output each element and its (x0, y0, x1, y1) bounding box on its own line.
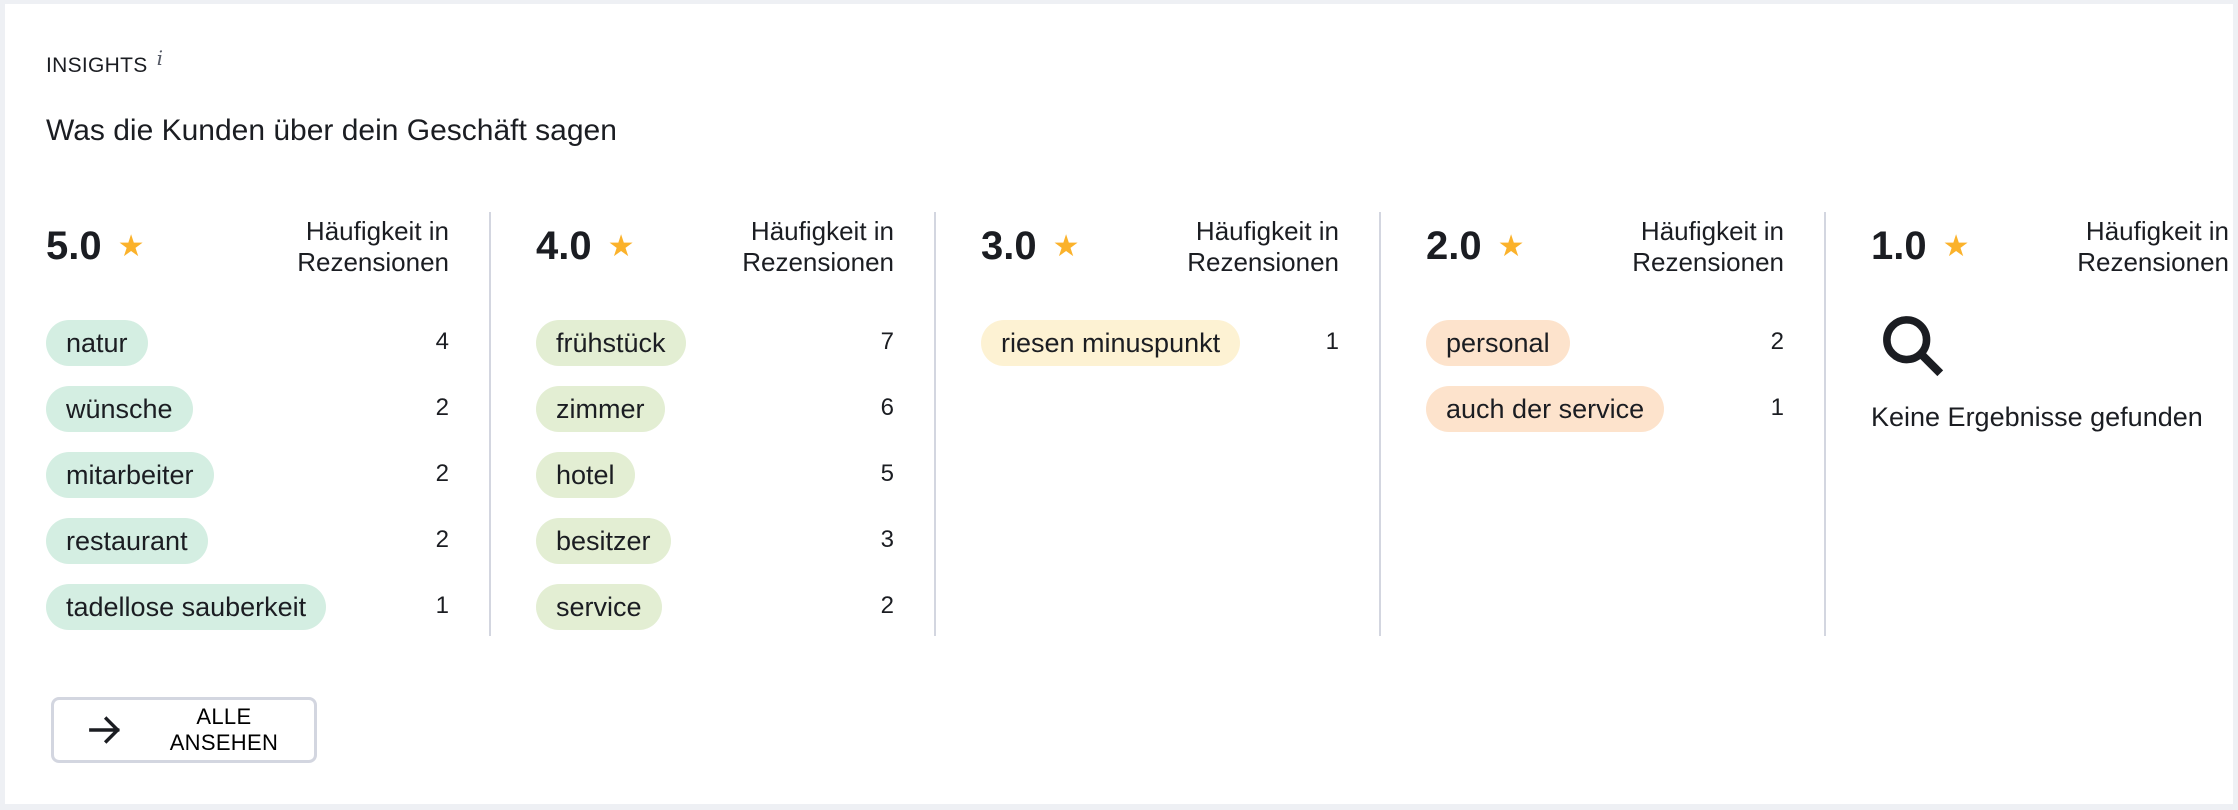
keyword-count: 4 (435, 328, 449, 355)
rating-number: 4.0 (536, 224, 592, 268)
section-eyebrow: INSIGHTS i (46, 46, 163, 78)
view-all-button[interactable]: ALLE ANSEHEN (51, 697, 317, 763)
keyword-count: 2 (1770, 328, 1784, 355)
keyword-count: 2 (880, 592, 894, 619)
rating-column-1-0: 1.0 ★ Häufigkeit in Rezensionen Keine Ergebn… (1826, 212, 2238, 636)
keyword-count: 2 (435, 460, 449, 487)
keyword-row[interactable]: mitarbeiter 2 (46, 452, 449, 518)
star-icon: ★ (1942, 230, 1970, 263)
keyword-list: frühstück 7 zimmer 6 hotel 5 besitzer 3 service 2 (536, 320, 894, 650)
frequency-label-line2: Rezensionen (1632, 247, 1784, 277)
keyword-pill[interactable]: auch der service (1426, 386, 1665, 432)
keyword-pill[interactable]: personal (1426, 320, 1570, 366)
rating-column-5-0: 5.0 ★ Häufigkeit in Rezensionen natur 4 wünsch… (46, 212, 491, 636)
keyword-pill[interactable]: hotel (536, 452, 635, 498)
rating-value: 4.0 ★ (536, 224, 635, 269)
frequency-label-line1: Häufigkeit in (1195, 216, 1339, 246)
rating-column-4-0: 4.0 ★ Häufigkeit in Rezensionen frühstück 7 zi… (491, 212, 936, 636)
frequency-label-line1: Häufigkeit in (305, 216, 449, 246)
rating-number: 3.0 (981, 224, 1037, 268)
frequency-label-line1: Häufigkeit in (2085, 216, 2229, 246)
keyword-pill[interactable]: riesen minuspunkt (981, 320, 1241, 366)
rating-column-2-0: 2.0 ★ Häufigkeit in Rezensionen personal 2 auc… (1381, 212, 1826, 636)
keyword-pill[interactable]: mitarbeiter (46, 452, 214, 498)
frequency-label-line1: Häufigkeit in (1640, 216, 1784, 246)
keyword-pill[interactable]: frühstück (536, 320, 686, 366)
rating-value: 2.0 ★ (1426, 224, 1525, 269)
frequency-label-line2: Rezensionen (1187, 247, 1339, 277)
keyword-pill[interactable]: service (536, 584, 662, 630)
eyebrow-label: INSIGHTS (46, 54, 148, 77)
rating-number: 1.0 (1871, 224, 1927, 268)
keyword-pill[interactable]: besitzer (536, 518, 671, 564)
keyword-count: 3 (880, 526, 894, 553)
column-header: 2.0 ★ Häufigkeit in Rezensionen (1426, 212, 1784, 282)
star-icon: ★ (1497, 230, 1525, 263)
keyword-count: 7 (880, 328, 894, 355)
frequency-label-line2: Rezensionen (742, 247, 894, 277)
section-subtitle: Was die Kunden über dein Geschäft sagen (46, 114, 617, 147)
frequency-label: Häufigkeit in Rezensionen (1632, 216, 1784, 278)
rating-value: 3.0 ★ (981, 224, 1080, 269)
rating-value: 5.0 ★ (46, 224, 145, 269)
star-icon: ★ (1052, 230, 1080, 263)
keyword-row[interactable]: restaurant 2 (46, 518, 449, 584)
search-icon (1883, 316, 1944, 377)
column-content: 5.0 ★ Häufigkeit in Rezensionen natur 4 wünsch… (46, 212, 449, 630)
rating-columns: 5.0 ★ Häufigkeit in Rezensionen natur 4 wünsch… (46, 212, 2238, 636)
keyword-count: 1 (1770, 394, 1784, 421)
keyword-list: personal 2 auch der service 1 (1426, 320, 1784, 452)
column-header: 5.0 ★ Häufigkeit in Rezensionen (46, 212, 449, 282)
keyword-count: 1 (435, 592, 449, 619)
info-icon[interactable]: i (157, 46, 164, 70)
column-header: 3.0 ★ Häufigkeit in Rezensionen (981, 212, 1339, 282)
insights-card: INSIGHTS i Was die Kunden über dein Gesc… (5, 4, 2233, 804)
keyword-list: riesen minuspunkt 1 (981, 320, 1339, 386)
keyword-row[interactable]: auch der service 1 (1426, 386, 1784, 452)
frequency-label: Häufigkeit in Rezensionen (1187, 216, 1339, 278)
keyword-count: 1 (1325, 328, 1339, 355)
frequency-label-line2: Rezensionen (297, 247, 449, 277)
keyword-count: 5 (880, 460, 894, 487)
column-header: 1.0 ★ Häufigkeit in Rezensionen (1871, 212, 2229, 282)
keyword-pill[interactable]: tadellose sauberkeit (46, 584, 327, 630)
keyword-row[interactable]: riesen minuspunkt 1 (981, 320, 1339, 386)
keyword-list: natur 4 wünsche 2 mitarbeiter 2 restaurant 2 tad… (46, 320, 449, 650)
rating-column-3-0: 3.0 ★ Häufigkeit in Rezensionen riesen minus… (936, 212, 1381, 636)
keyword-row[interactable]: tadellose sauberkeit 1 (46, 584, 449, 650)
keyword-row[interactable]: zimmer 6 (536, 386, 894, 452)
keyword-pill[interactable]: restaurant (46, 518, 208, 564)
star-icon: ★ (607, 230, 635, 263)
star-icon: ★ (117, 230, 145, 263)
keyword-row[interactable]: besitzer 3 (536, 518, 894, 584)
keyword-pill[interactable]: natur (46, 320, 148, 366)
frequency-label: Häufigkeit in Rezensionen (2077, 216, 2229, 278)
keyword-count: 2 (435, 526, 449, 553)
column-content: 1.0 ★ Häufigkeit in Rezensionen Keine Ergebn… (1871, 212, 2229, 432)
column-header: 4.0 ★ Häufigkeit in Rezensionen (536, 212, 894, 282)
keyword-row[interactable]: hotel 5 (536, 452, 894, 518)
arrow-right-icon (89, 716, 121, 744)
keyword-row[interactable]: personal 2 (1426, 320, 1784, 386)
keyword-pill[interactable]: wünsche (46, 386, 193, 432)
empty-state-text: Keine Ergebnisse gefunden (1871, 402, 2203, 432)
column-content: 2.0 ★ Häufigkeit in Rezensionen personal 2 auc… (1426, 212, 1784, 432)
frequency-label: Häufigkeit in Rezensionen (297, 216, 449, 278)
keyword-row[interactable]: wünsche 2 (46, 386, 449, 452)
column-content: 3.0 ★ Häufigkeit in Rezensionen riesen minus… (981, 212, 1339, 366)
keyword-count: 2 (435, 394, 449, 421)
frequency-label: Häufigkeit in Rezensionen (742, 216, 894, 278)
view-all-label: ALLE ANSEHEN (169, 704, 279, 755)
rating-value: 1.0 ★ (1871, 224, 1970, 269)
keyword-row[interactable]: frühstück 7 (536, 320, 894, 386)
column-content: 4.0 ★ Häufigkeit in Rezensionen frühstück 7 zi… (536, 212, 894, 630)
keyword-pill[interactable]: zimmer (536, 386, 665, 432)
keyword-row[interactable]: service 2 (536, 584, 894, 650)
rating-number: 5.0 (46, 224, 102, 268)
frequency-label-line2: Rezensionen (2077, 247, 2229, 277)
keyword-row[interactable]: natur 4 (46, 320, 449, 386)
frequency-label-line1: Häufigkeit in (750, 216, 894, 246)
rating-number: 2.0 (1426, 224, 1482, 268)
keyword-count: 6 (880, 394, 894, 421)
